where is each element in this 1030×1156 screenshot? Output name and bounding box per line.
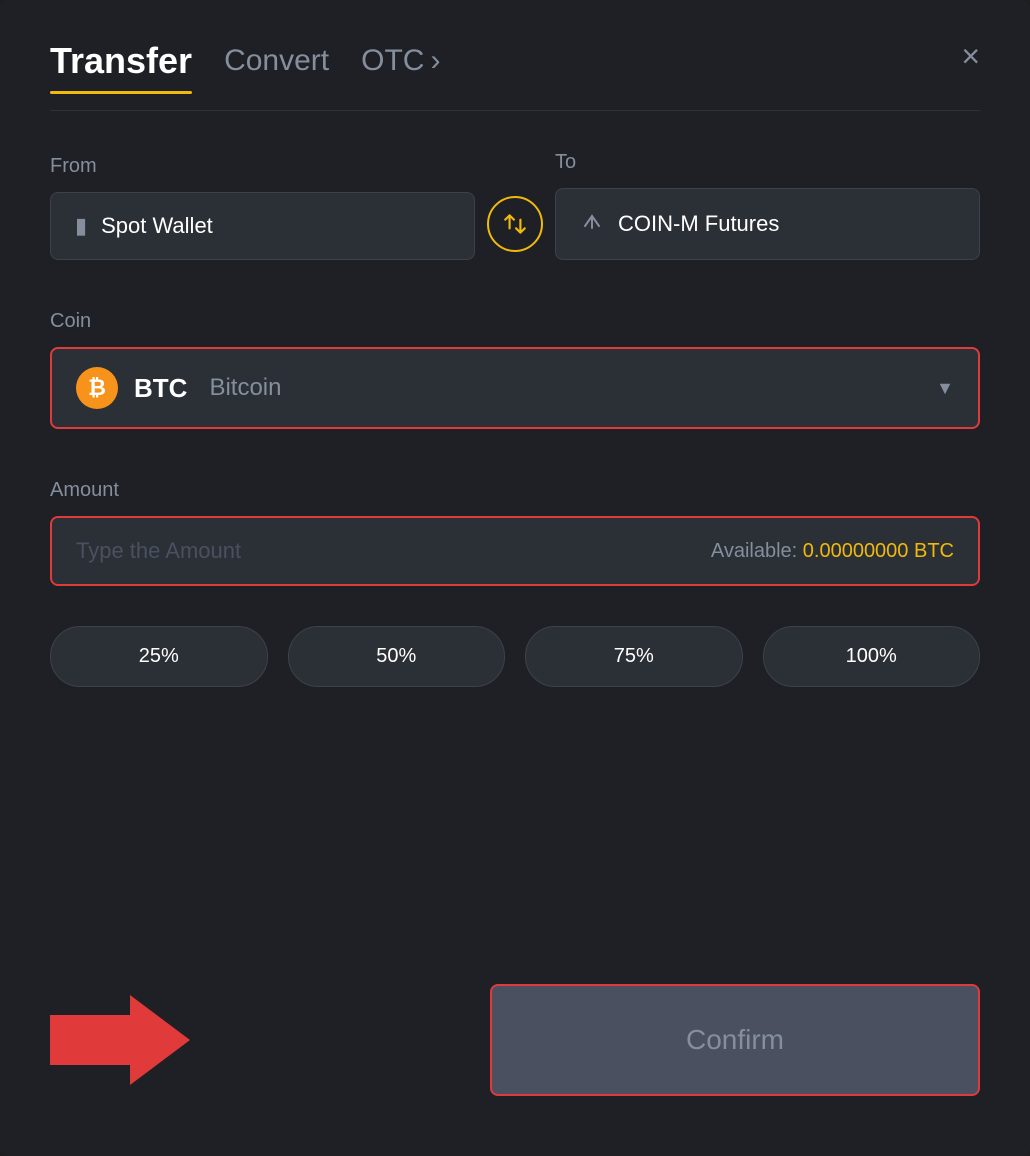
from-label: From [50,155,475,178]
arrow-container [50,985,190,1095]
btc-icon: ₿ [76,367,118,409]
close-button[interactable]: × [961,40,980,72]
swap-btn-container [475,196,555,260]
swap-button[interactable] [487,196,543,252]
to-wallet-select[interactable]: COIN-M Futures [555,188,980,260]
amount-label: Amount [50,479,980,502]
coin-section: Coin ₿ BTC Bitcoin ▼ [50,310,980,429]
percent-100-button[interactable]: 100% [763,626,981,687]
tab-convert[interactable]: Convert [224,44,329,90]
coin-label: Coin [50,310,980,333]
to-wallet-name: COIN-M Futures [618,211,779,237]
bottom-section: Confirm [50,944,980,1096]
coin-symbol: BTC [134,373,187,404]
red-arrow-icon [50,985,190,1095]
wallet-card-icon: ▮ [75,213,87,239]
from-to-section: From ▮ Spot Wallet To [50,151,980,260]
header-divider [50,110,980,111]
modal-header: Transfer Convert OTC › × [50,40,980,94]
from-block: From ▮ Spot Wallet [50,155,475,260]
percent-50-button[interactable]: 50% [288,626,506,687]
percent-25-button[interactable]: 25% [50,626,268,687]
percent-buttons: 25% 50% 75% 100% [50,626,980,687]
available-value: 0.00000000 BTC [803,540,954,562]
swap-icon [502,211,528,237]
transfer-modal: Transfer Convert OTC › × From ▮ Spot Wal… [0,0,1030,1156]
btc-letter: ₿ [88,375,106,401]
confirm-button[interactable]: Confirm [490,984,980,1096]
otc-chevron: › [430,44,440,78]
available-label: Available: [711,540,797,562]
available-text: Available: 0.00000000 BTC [711,540,954,563]
from-wallet-select[interactable]: ▮ Spot Wallet [50,192,475,260]
percent-75-button[interactable]: 75% [525,626,743,687]
coin-dropdown-chevron: ▼ [936,378,954,399]
amount-input-box[interactable]: Type the Amount Available: 0.00000000 BT… [50,516,980,586]
from-wallet-name: Spot Wallet [101,213,213,239]
amount-section: Amount Type the Amount Available: 0.0000… [50,479,980,586]
coin-select-dropdown[interactable]: ₿ BTC Bitcoin ▼ [50,347,980,429]
tab-otc[interactable]: OTC › [361,44,440,90]
coin-full-name: Bitcoin [209,374,281,402]
amount-placeholder: Type the Amount [76,538,241,564]
otc-label: OTC [361,44,424,78]
tab-transfer[interactable]: Transfer [50,40,192,94]
futures-icon [580,209,604,239]
to-block: To COIN-M Futures [555,151,980,260]
to-label: To [555,151,980,174]
